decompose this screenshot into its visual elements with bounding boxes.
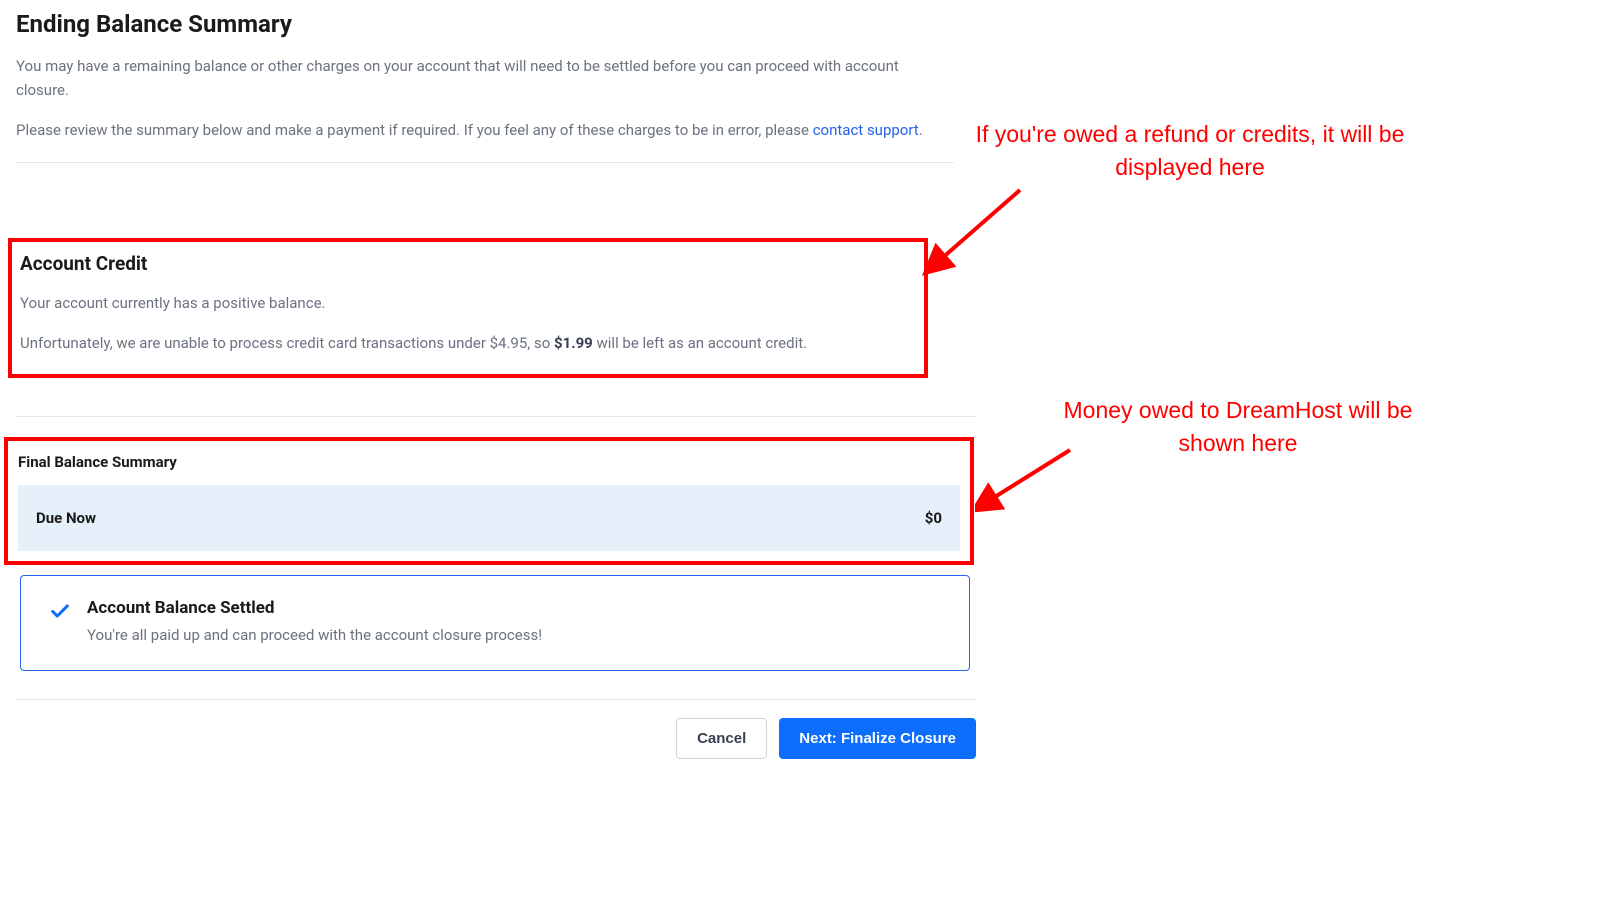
intro-paragraph-1: You may have a remaining balance or othe… — [16, 54, 954, 102]
divider-mid — [16, 416, 976, 417]
final-balance-heading: Final Balance Summary — [18, 453, 960, 471]
due-now-row: Due Now $0 — [18, 485, 960, 551]
settled-title: Account Balance Settled — [87, 598, 542, 618]
divider-bottom — [16, 699, 976, 700]
account-credit-line2-pre: Unfortunately, we are unable to process … — [20, 334, 554, 352]
final-balance-section: Final Balance Summary Due Now $0 — [4, 437, 974, 565]
account-credit-line2-post: will be left as an account credit. — [593, 334, 807, 352]
balance-settled-box: Account Balance Settled You're all paid … — [20, 575, 970, 671]
next-finalize-button[interactable]: Next: Finalize Closure — [779, 718, 976, 759]
page-title: Ending Balance Summary — [16, 10, 954, 38]
annotation-refund-credits: If you're owed a refund or credits, it w… — [975, 118, 1405, 185]
check-icon — [49, 600, 71, 626]
account-credit-heading: Account Credit — [20, 252, 916, 275]
intro-text-pre: Please review the summary below and make… — [16, 121, 813, 139]
intro-paragraph-2: Please review the summary below and make… — [16, 118, 954, 142]
annotation-money-owed: Money owed to DreamHost will be shown he… — [1058, 394, 1418, 461]
due-now-amount: $0 — [925, 509, 942, 527]
account-credit-amount: $1.99 — [554, 334, 593, 352]
contact-support-link[interactable]: contact support — [813, 121, 919, 139]
account-credit-section: Account Credit Your account currently ha… — [8, 238, 928, 378]
cancel-button[interactable]: Cancel — [676, 718, 767, 759]
arrow-icon — [920, 180, 1040, 280]
button-row: Cancel Next: Finalize Closure — [16, 718, 976, 759]
due-now-label: Due Now — [36, 509, 96, 527]
account-credit-line1: Your account currently has a positive ba… — [20, 291, 916, 317]
intro-text-post: . — [919, 121, 923, 139]
arrow-icon — [975, 440, 1085, 520]
settled-text: You're all paid up and can proceed with … — [87, 626, 542, 644]
account-credit-line2: Unfortunately, we are unable to process … — [20, 331, 916, 357]
